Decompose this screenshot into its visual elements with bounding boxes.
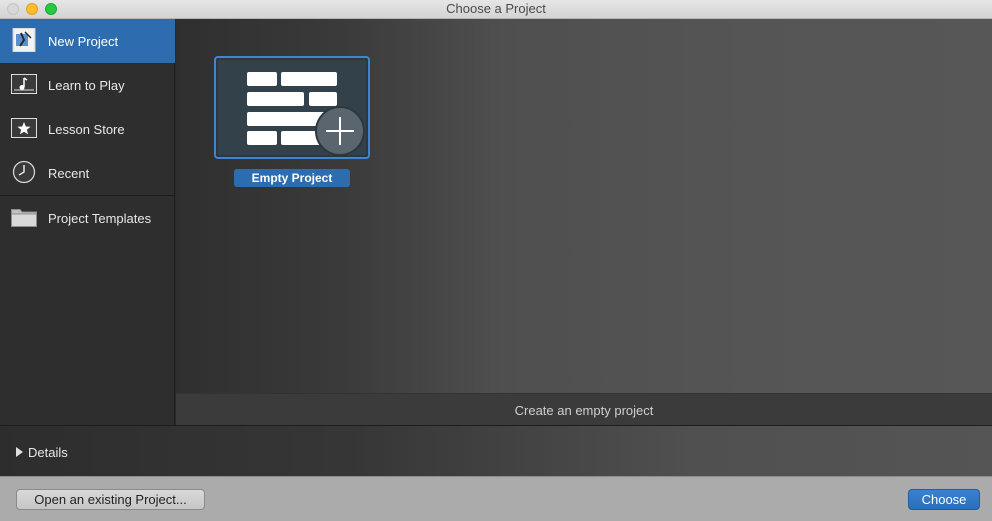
folder-icon — [11, 209, 37, 227]
music-note-icon — [11, 74, 37, 94]
description-bar: Create an empty project — [176, 393, 992, 425]
details-section: Details — [0, 425, 992, 476]
details-toggle[interactable]: Details — [28, 445, 68, 460]
sidebar-item-label: Recent — [48, 166, 90, 181]
disclosure-triangle-icon[interactable] — [16, 447, 23, 457]
project-description: Create an empty project — [514, 403, 654, 418]
empty-project-icon — [218, 60, 366, 156]
star-icon — [11, 118, 37, 138]
sidebar-item-label: New Project — [48, 34, 119, 49]
sidebar: New Project Learn to Play Lesson Store R… — [0, 19, 175, 425]
sidebar-item-lesson-store[interactable]: Lesson Store — [0, 107, 175, 151]
sidebar-item-learn-to-play[interactable]: Learn to Play — [0, 63, 175, 107]
sidebar-item-label: Lesson Store — [48, 122, 125, 137]
new-project-icon — [12, 28, 36, 52]
sidebar-item-recent[interactable]: Recent — [0, 151, 175, 195]
window-title: Choose a Project — [446, 1, 546, 16]
sidebar-item-label: Project Templates — [48, 211, 152, 226]
footer-bar: Open an existing Project... Choose — [0, 476, 992, 521]
clock-icon — [12, 160, 36, 184]
sidebar-item-label: Learn to Play — [48, 78, 125, 93]
sidebar-item-new-project[interactable]: New Project — [0, 19, 175, 63]
title-bar: Choose a Project — [0, 0, 992, 19]
sidebar-item-project-templates[interactable]: Project Templates — [0, 196, 175, 240]
project-browser: Empty Project — [176, 19, 992, 393]
empty-project-tile[interactable] — [214, 56, 370, 159]
plus-icon — [315, 106, 365, 156]
choose-button[interactable]: Choose — [908, 489, 980, 510]
empty-project-label[interactable]: Empty Project — [234, 169, 350, 187]
open-existing-project-button[interactable]: Open an existing Project... — [16, 489, 205, 510]
